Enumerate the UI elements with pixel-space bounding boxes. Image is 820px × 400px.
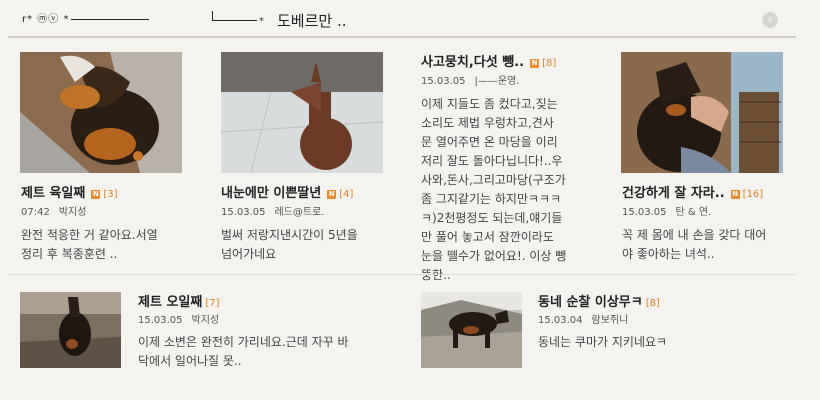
post-excerpt[interactable]: 이제 지들도 좀 컸다고,짖는 소리도 제법 우렁차고,견사 문 열어주면 온 … xyxy=(421,95,596,285)
post-title[interactable]: 건강하게 잘 자라.. N [16] xyxy=(622,182,763,201)
title-decoration xyxy=(212,11,264,27)
new-icon: N xyxy=(530,59,540,68)
comment-count[interactable]: [8] xyxy=(646,298,660,309)
post-meta: 07:42 박지성 xyxy=(21,203,86,218)
post-author[interactable]: 박지성 xyxy=(59,207,87,218)
new-icon: N xyxy=(730,190,740,199)
decoration-text: r* ⓜⓥ * xyxy=(22,14,70,25)
post-author[interactable]: 박지성 xyxy=(192,315,220,326)
post-excerpt[interactable]: 꼭 제 몸에 내 손을 갖다 대어 야 좋아하는 녀석.. xyxy=(622,226,812,264)
post-title[interactable]: 사고뭉치,다섯 뺑.. N [8] xyxy=(421,51,556,70)
post-title[interactable]: 제트 오일째 [7] xyxy=(138,291,220,310)
post-title[interactable]: 동네 순찰 이상무ㅋ [8] xyxy=(538,291,660,310)
post-date: 15.03.04 xyxy=(538,315,583,326)
post-author[interactable]: 람보쥐니 xyxy=(592,315,629,326)
post-author[interactable]: |——운영. xyxy=(475,76,520,87)
post-title[interactable]: 내눈에만 이쁜딸년 N [4] xyxy=(221,182,353,201)
post-meta: 15.03.05 박지성 xyxy=(138,311,219,326)
comment-count[interactable]: [3] xyxy=(103,189,117,200)
post-excerpt[interactable]: 벌써 저랑지낸시간이 5년을 넘어가네요 xyxy=(221,226,401,264)
post-author[interactable]: 레드@트로. xyxy=(275,207,325,218)
post-title-text[interactable]: 동네 순찰 이상무ㅋ xyxy=(538,295,643,310)
post-author[interactable]: 탄 & 연. xyxy=(676,207,712,218)
post-meta: 15.03.05 탄 & 연. xyxy=(622,203,711,218)
post-excerpt[interactable]: 동네는 쿠마가 지키네요ㅋ xyxy=(538,333,788,352)
post-title-text[interactable]: 제트 오일째 xyxy=(138,295,202,310)
new-icon: N xyxy=(327,190,337,199)
post-thumbnail[interactable] xyxy=(621,52,783,173)
post-thumbnail[interactable] xyxy=(20,52,182,173)
post-excerpt[interactable]: 완전 적응한 거 같아요.서열 정리 후 복종훈련 .. xyxy=(21,226,201,264)
post-date: 15.03.05 xyxy=(221,207,266,218)
post-thumbnail[interactable] xyxy=(221,52,383,173)
decoration-line xyxy=(71,18,150,20)
post-title[interactable]: 제트 육일째 N [3] xyxy=(21,182,118,201)
post-meta: 15.03.04 람보쥐니 xyxy=(538,311,628,326)
comment-count[interactable]: [4] xyxy=(339,189,353,200)
post-date: 15.03.05 xyxy=(421,76,466,87)
chevron-right-icon: › xyxy=(768,14,772,25)
post-title-text[interactable]: 사고뭉치,다섯 뺑.. xyxy=(421,55,524,70)
cafe-header: r* ⓜⓥ * 도베르만 .. › xyxy=(0,0,820,40)
post-title-text[interactable]: 내눈에만 이쁜딸년 xyxy=(221,186,321,201)
header-divider xyxy=(8,36,796,38)
post-date: 15.03.05 xyxy=(138,315,183,326)
post-title-text[interactable]: 건강하게 잘 자라.. xyxy=(622,186,725,201)
post-thumbnail[interactable] xyxy=(421,292,522,368)
comment-count[interactable]: [8] xyxy=(542,58,556,69)
post-excerpt[interactable]: 이제 소변은 완전히 가리네요.근데 자꾸 바 닥에서 일어나질 못.. xyxy=(138,333,388,371)
cafe-title[interactable]: 도베르만 .. xyxy=(277,10,347,31)
post-thumbnail[interactable] xyxy=(20,292,121,368)
header-decoration: r* ⓜⓥ * xyxy=(22,10,150,25)
post-meta: 15.03.05 레드@트로. xyxy=(221,203,325,218)
post-title-text[interactable]: 제트 육일째 xyxy=(21,186,85,201)
post-date: 15.03.05 xyxy=(622,207,667,218)
comment-count[interactable]: [7] xyxy=(205,298,219,309)
comment-count[interactable]: [16] xyxy=(743,189,764,200)
more-button[interactable]: › xyxy=(762,12,778,28)
row-divider xyxy=(8,274,796,275)
new-icon: N xyxy=(91,190,101,199)
post-date: 07:42 xyxy=(21,207,50,218)
post-meta: 15.03.05 |——운영. xyxy=(421,72,519,87)
